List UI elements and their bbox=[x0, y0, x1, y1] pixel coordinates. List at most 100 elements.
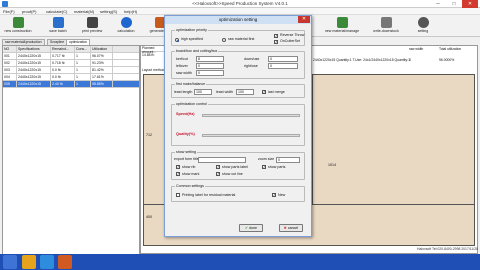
dialog-close-button[interactable]: ✕ bbox=[298, 16, 310, 23]
print-preview-button[interactable]: print preview bbox=[77, 16, 107, 36]
cut-line bbox=[312, 75, 313, 205]
piece-dim-right: 1014 bbox=[328, 163, 336, 167]
export-title-input[interactable] bbox=[198, 157, 246, 163]
new-construction-button[interactable]: new construction bbox=[3, 16, 33, 36]
raw-material-first-label: raw material first bbox=[228, 37, 255, 41]
show-mark-checkbox[interactable]: ✓ bbox=[176, 172, 180, 176]
right-use-label: right/use bbox=[244, 64, 258, 68]
raw-width-header: raw width bbox=[409, 47, 424, 51]
maximize-button[interactable]: □ bbox=[446, 0, 462, 8]
table-header: NO Specifications Remaind... Cons... Uti… bbox=[3, 46, 139, 53]
down-use-label: down/use bbox=[244, 57, 260, 61]
done-label: done bbox=[249, 226, 257, 230]
least-length-label: least length bbox=[174, 90, 193, 94]
material-manage-button[interactable]: new material/manage bbox=[322, 16, 362, 36]
group-label: show setting bbox=[175, 150, 197, 154]
show-parts-label-label: show parts label bbox=[222, 165, 248, 169]
high-specified-radio[interactable] bbox=[175, 38, 179, 42]
table-row[interactable]: 004 2440x1220x15 0.0 ft² 1 17.61% bbox=[3, 74, 139, 81]
oncutter-label: OnCutterSet bbox=[280, 39, 300, 43]
reverse-throw-checkbox[interactable]: ✓ bbox=[274, 34, 278, 38]
header-utilization[interactable]: Utilization bbox=[91, 46, 113, 53]
board-cutting-group: board/box and cutting/box kerf/cut 8 lef… bbox=[171, 49, 305, 79]
dialog-title: optimization setting bbox=[165, 16, 311, 24]
show-parts-label: show parts bbox=[268, 165, 286, 169]
menu-calculate[interactable]: calculate(C) bbox=[46, 9, 67, 14]
export-title-label: export form title bbox=[174, 157, 199, 161]
kerf-input[interactable]: 8 bbox=[196, 56, 224, 62]
high-specified-label: high specified bbox=[181, 37, 203, 41]
show-rib-label: show rib bbox=[182, 165, 196, 169]
optimization-control-group: optimization control Speed(Hz) Quality(%… bbox=[171, 102, 305, 146]
app-icon bbox=[2, 1, 8, 7]
raw-material-first-radio[interactable] bbox=[222, 38, 226, 42]
cancel-button[interactable]: ✖ cancel bbox=[279, 224, 303, 232]
planned-amount-label: Planned amount... bbox=[141, 46, 165, 54]
header-remaining[interactable]: Remaind... bbox=[51, 46, 75, 53]
menu-bar: File(F) proof(P) calculate(C) material(M… bbox=[0, 8, 480, 15]
menu-setting[interactable]: setting(S) bbox=[100, 9, 117, 14]
save-batch-button[interactable]: save batch bbox=[43, 16, 73, 36]
table-row[interactable]: 003 2440x1220x15 0.0 ft² 1 81.42% bbox=[3, 67, 139, 74]
piece-dim-bottom: 400 bbox=[146, 215, 152, 219]
down-use-input[interactable]: 0 bbox=[268, 56, 298, 62]
show-parts-label-checkbox[interactable]: ✓ bbox=[216, 165, 220, 169]
app-taskbar-icon[interactable] bbox=[58, 255, 72, 269]
explorer-icon[interactable] bbox=[22, 255, 36, 269]
taskbar bbox=[0, 254, 480, 270]
leftover-label: leftover bbox=[176, 64, 188, 68]
remain-group: first make/balance least length 100 leas… bbox=[171, 82, 305, 98]
optimization-setting-dialog: optimization setting ✕ optimization prio… bbox=[164, 15, 312, 237]
new-checkbox[interactable]: ✓ bbox=[272, 193, 276, 197]
speed-slider[interactable] bbox=[202, 114, 300, 117]
browser-icon[interactable] bbox=[40, 255, 54, 269]
cancel-label: cancel bbox=[287, 226, 299, 230]
kerf-label: kerf/cut bbox=[176, 57, 188, 61]
header-no[interactable]: NO bbox=[3, 46, 17, 53]
least-width-input[interactable]: 100 bbox=[236, 89, 254, 95]
menu-material[interactable]: material(M) bbox=[74, 9, 94, 14]
saw-width-input[interactable]: 0 bbox=[196, 70, 224, 76]
setting-button[interactable]: setting bbox=[408, 16, 438, 36]
table-row-selected[interactable]: 005 2440x1220x15 2.40 ft² 1 95.85% bbox=[3, 81, 139, 88]
write-down-stock-button[interactable]: write-downstock bbox=[368, 16, 404, 36]
zoom-size-label: zoom size bbox=[258, 157, 275, 161]
least-width-label: least width bbox=[216, 90, 233, 94]
leftover-input[interactable]: 0 bbox=[196, 63, 224, 69]
sheet-table: NO Specifications Remaind... Cons... Uti… bbox=[2, 45, 140, 255]
show-cut-line-label: show cut line bbox=[222, 172, 243, 176]
right-use-input[interactable]: 0 bbox=[268, 63, 298, 69]
status-bar: Haloxsoft Tel:020-8400-2998 2017/11/28 bbox=[417, 247, 478, 251]
minimize-button[interactable]: ─ bbox=[430, 0, 446, 8]
header-cons[interactable]: Cons... bbox=[75, 46, 91, 53]
menu-help[interactable]: help(H) bbox=[124, 9, 137, 14]
optimization-priority-group: optimization priority high specified raw… bbox=[171, 28, 305, 46]
start-icon[interactable] bbox=[3, 255, 17, 269]
print-residual-label-checkbox[interactable] bbox=[176, 193, 180, 197]
piece-dim-left: 712 bbox=[146, 133, 152, 137]
show-cut-line-checkbox[interactable]: ✓ bbox=[216, 172, 220, 176]
menu-file[interactable]: File(F) bbox=[3, 9, 15, 14]
group-label: first make/balance bbox=[175, 82, 207, 86]
table-row[interactable]: 001 2440x1220x15 0.717 ft² 1 96.07% bbox=[3, 53, 139, 60]
header-spec[interactable]: Specifications bbox=[17, 46, 51, 53]
oncutter-checkbox[interactable]: ✓ bbox=[274, 40, 278, 44]
done-button[interactable]: ✔ done bbox=[239, 224, 263, 232]
show-parts-checkbox[interactable]: ✓ bbox=[262, 165, 266, 169]
close-window-button[interactable]: ✕ bbox=[462, 0, 478, 8]
quality-slider[interactable] bbox=[202, 134, 300, 137]
title-bar: <<Haloxsoft>>Speed Production System V4.… bbox=[0, 0, 480, 8]
print-icon bbox=[86, 17, 98, 28]
calculation-button[interactable]: calculation bbox=[111, 16, 141, 36]
menu-proof[interactable]: proof(P) bbox=[22, 9, 36, 14]
calculate-icon bbox=[120, 17, 132, 28]
gear-icon bbox=[417, 17, 429, 28]
show-rib-checkbox[interactable]: ✓ bbox=[176, 165, 180, 169]
zoom-size-input[interactable]: 0 bbox=[276, 157, 300, 163]
last-merge-checkbox[interactable]: ✓ bbox=[262, 90, 266, 94]
table-row[interactable]: 002 2440x1220x15 0.718 ft² 1 91.23% bbox=[3, 60, 139, 67]
group-label: optimization control bbox=[175, 102, 208, 106]
least-length-input[interactable]: 100 bbox=[194, 89, 212, 95]
group-label: board/box and cutting/box bbox=[175, 49, 219, 53]
print-residual-label: Printing label for residual material bbox=[182, 193, 236, 197]
